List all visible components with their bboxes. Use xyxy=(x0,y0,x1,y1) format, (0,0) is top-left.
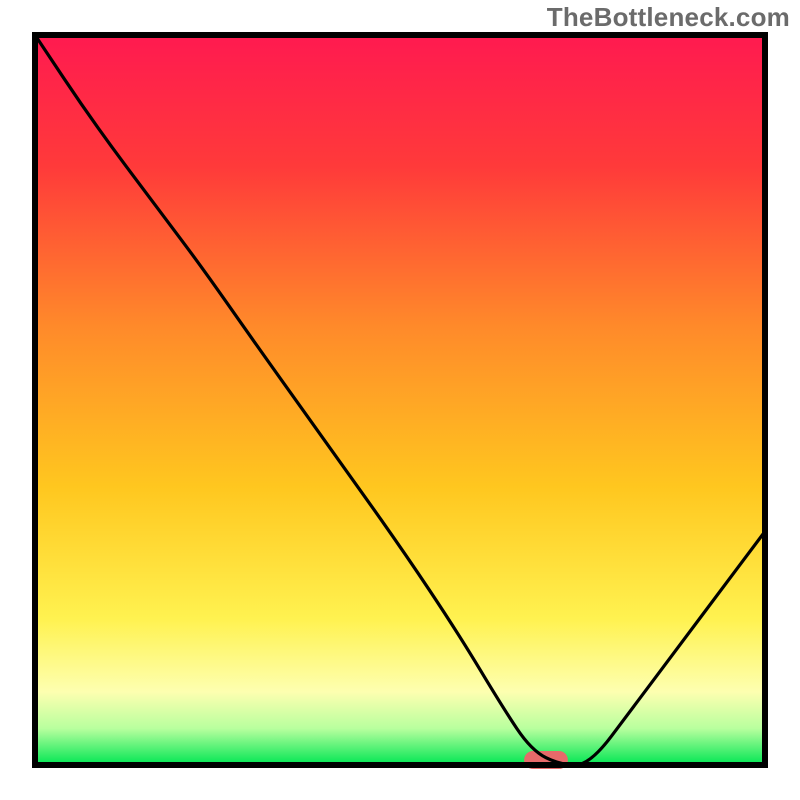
bottleneck-chart-svg xyxy=(0,0,800,800)
watermark-text: TheBottleneck.com xyxy=(547,2,790,33)
plot-background xyxy=(35,35,765,765)
chart-stage: TheBottleneck.com xyxy=(0,0,800,800)
